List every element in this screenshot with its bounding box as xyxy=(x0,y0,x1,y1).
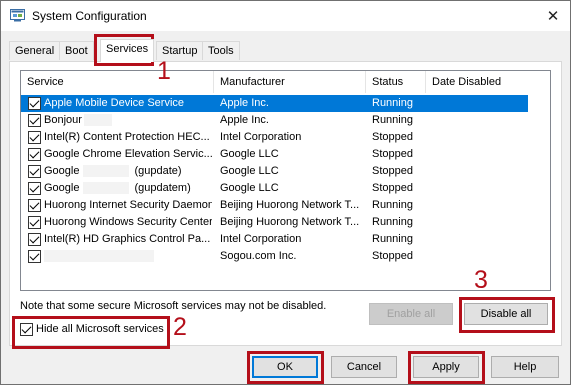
service-name: Google Chrome Elevation Servic... xyxy=(44,148,212,160)
service-manufacturer: Beijing Huorong Network T... xyxy=(220,216,360,228)
help-button[interactable]: Help xyxy=(491,356,559,378)
disable-all-highlight xyxy=(459,297,555,333)
redacted-text xyxy=(83,182,130,195)
service-row-intel-hd-graphics[interactable]: Intel(R) HD Graphics Control Pa... Intel… xyxy=(21,231,550,248)
step-2-label: 2 xyxy=(173,313,187,341)
service-manufacturer: Intel Corporation xyxy=(220,233,302,245)
service-name-cell xyxy=(44,250,212,263)
service-name: Huorong Internet Security Daemon xyxy=(44,199,212,211)
tab-boot[interactable]: Boot xyxy=(59,41,94,60)
service-checkbox[interactable] xyxy=(28,148,41,161)
service-name: Google xyxy=(44,182,80,194)
close-icon: ✕ xyxy=(546,8,560,25)
service-row-google-chrome-elevation[interactable]: Google Chrome Elevation Servic... Google… xyxy=(21,146,550,163)
service-manufacturer: Google LLC xyxy=(220,148,279,160)
service-manufacturer: Google LLC xyxy=(220,165,279,177)
service-row-huorong-security-center[interactable]: Huorong Windows Security Center Beijing … xyxy=(21,214,550,231)
service-name-cell: Google (gupdatem) xyxy=(44,182,212,195)
service-row-intel-content-protection[interactable]: Intel(R) Content Protection HEC... Intel… xyxy=(21,129,550,146)
step-1-label: 1 xyxy=(157,57,171,85)
redacted-text xyxy=(83,165,130,178)
close-button[interactable]: ✕ xyxy=(542,5,564,27)
service-row-sogou[interactable]: Sogou.com Inc. Stopped xyxy=(21,248,550,265)
column-header-date-disabled[interactable]: Date Disabled xyxy=(426,71,550,93)
service-row-apple-mobile[interactable]: Apple Mobile Device Service Apple Inc. R… xyxy=(21,95,528,112)
service-checkbox[interactable] xyxy=(28,131,41,144)
column-header-manufacturer[interactable]: Manufacturer xyxy=(214,71,366,93)
msconfig-app-icon xyxy=(10,9,25,22)
enable-all-button[interactable]: Enable all xyxy=(369,303,453,325)
service-name: Intel(R) Content Protection HEC... xyxy=(44,131,210,143)
service-manufacturer: Intel Corporation xyxy=(220,131,302,143)
service-name-cell: Google (gupdate) xyxy=(44,165,212,178)
cancel-button[interactable]: Cancel xyxy=(331,356,397,378)
service-checkbox[interactable] xyxy=(28,165,41,178)
service-name-suffix: (gupdatem) xyxy=(134,182,191,194)
window-title: System Configuration xyxy=(32,9,147,23)
service-checkbox[interactable] xyxy=(28,114,41,127)
tab-services[interactable]: Services xyxy=(100,39,155,62)
service-status: Running xyxy=(372,233,413,245)
service-manufacturer: Google LLC xyxy=(220,182,279,194)
list-header: Service Manufacturer Status Date Disable… xyxy=(21,71,550,93)
system-configuration-window: System Configuration ✕ General Boot Serv… xyxy=(0,0,571,385)
service-manufacturer: Beijing Huorong Network T... xyxy=(220,199,360,211)
services-list[interactable]: Service Manufacturer Status Date Disable… xyxy=(20,70,551,291)
service-manufacturer: Apple Inc. xyxy=(220,97,269,109)
column-header-service[interactable]: Service xyxy=(21,71,214,93)
service-name: Apple Mobile Device Service xyxy=(44,97,185,109)
service-row-huorong-daemon[interactable]: Huorong Internet Security Daemon Beijing… xyxy=(21,197,550,214)
title-bar: System Configuration ✕ xyxy=(1,1,570,31)
apply-highlight xyxy=(408,351,485,384)
service-rows: Apple Mobile Device Service Apple Inc. R… xyxy=(21,95,550,265)
service-status: Stopped xyxy=(372,148,413,160)
service-row-gupdate[interactable]: Google (gupdate) Google LLC Stopped xyxy=(21,163,550,180)
service-row-bonjour[interactable]: Bonjour Apple Inc. Running xyxy=(21,112,550,129)
column-header-status[interactable]: Status xyxy=(366,71,426,93)
service-checkbox[interactable] xyxy=(28,199,41,212)
service-name: Intel(R) HD Graphics Control Pa... xyxy=(44,233,211,245)
service-name: Huorong Windows Security Center xyxy=(44,216,212,228)
service-checkbox[interactable] xyxy=(28,182,41,195)
redacted-text xyxy=(44,250,154,263)
service-checkbox[interactable] xyxy=(28,216,41,229)
service-status: Running xyxy=(372,114,413,126)
secure-services-note: Note that some secure Microsoft services… xyxy=(20,300,327,312)
service-checkbox[interactable] xyxy=(28,97,41,110)
ok-highlight xyxy=(247,351,324,384)
service-status: Stopped xyxy=(372,165,413,177)
tab-tools[interactable]: Tools xyxy=(202,41,240,60)
service-status: Stopped xyxy=(372,182,413,194)
service-row-gupdatem[interactable]: Google (gupdatem) Google LLC Stopped xyxy=(21,180,550,197)
service-checkbox[interactable] xyxy=(28,233,41,246)
redacted-text xyxy=(83,114,112,127)
service-name: Bonjour xyxy=(44,114,82,126)
step-3-label: 3 xyxy=(474,266,488,294)
service-name: Google xyxy=(44,165,80,177)
tab-general[interactable]: General xyxy=(9,41,61,60)
hide-ms-highlight xyxy=(12,316,170,349)
service-status: Stopped xyxy=(372,131,413,143)
service-status: Running xyxy=(372,216,413,228)
service-manufacturer: Sogou.com Inc. xyxy=(220,250,297,262)
service-name-cell: Bonjour xyxy=(44,114,212,127)
service-status: Running xyxy=(372,97,413,109)
service-checkbox[interactable] xyxy=(28,250,41,263)
service-name-suffix: (gupdate) xyxy=(134,165,182,177)
service-status: Running xyxy=(372,199,413,211)
service-status: Stopped xyxy=(372,250,413,262)
service-manufacturer: Apple Inc. xyxy=(220,114,269,126)
